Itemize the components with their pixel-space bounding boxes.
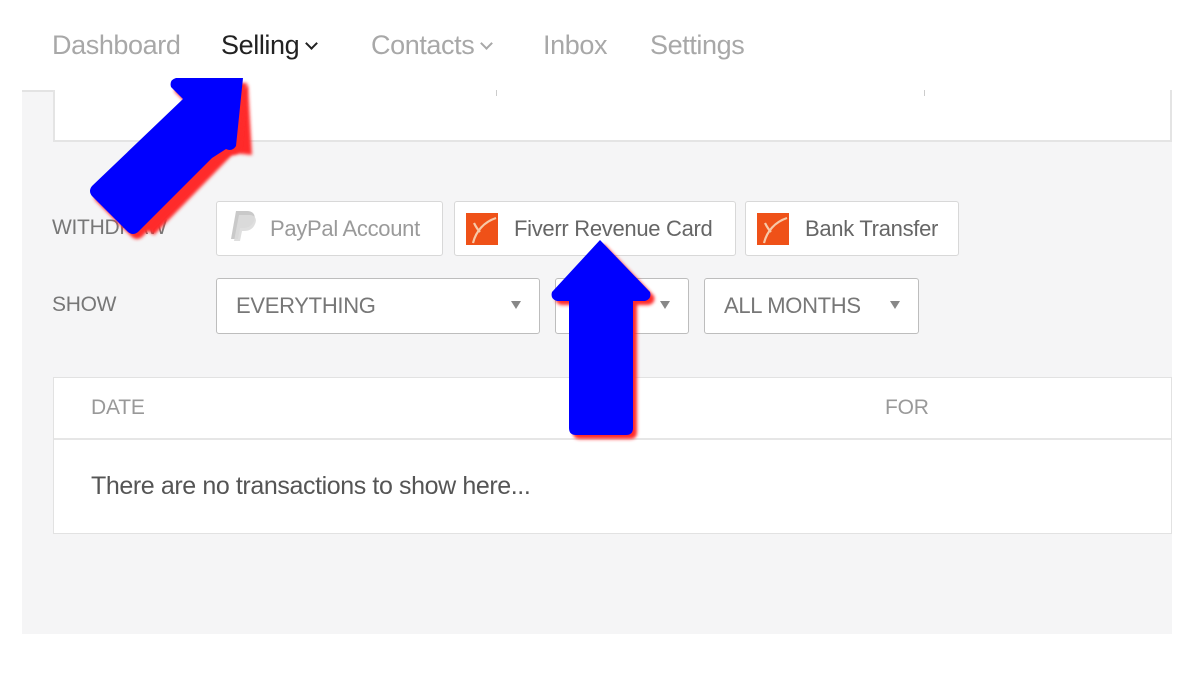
nav-item-settings[interactable]: Settings xyxy=(650,30,745,61)
method-label: Bank Transfer xyxy=(805,215,939,241)
show-label: SHOW xyxy=(52,293,117,316)
paypal-icon xyxy=(228,209,258,248)
select-value: EVERYTHING xyxy=(236,293,376,318)
caret-down-icon xyxy=(660,301,670,309)
nav-item-label: Settings xyxy=(650,30,745,60)
withdraw-label: WITHDRAW xyxy=(52,216,167,239)
divider-mark xyxy=(924,90,925,96)
fiverr-icon xyxy=(466,212,498,245)
caret-down-icon xyxy=(511,301,521,309)
select-value: ALL MONTHS xyxy=(724,293,861,318)
bank-transfer-button[interactable]: Bank Transfer xyxy=(745,201,959,256)
column-header-date[interactable]: DATE xyxy=(91,396,145,420)
month-filter-select[interactable]: ALL MONTHS xyxy=(704,278,919,334)
transactions-table: DATE FOR There are no transactions to sh… xyxy=(53,377,1172,534)
empty-state-message: There are no transactions to show here..… xyxy=(91,472,531,500)
earnings-panel: WITHDRAW PayPal Account Fiverr Revenue C… xyxy=(22,90,1172,634)
nav-item-label: Contacts xyxy=(371,30,475,60)
nav-item-dashboard[interactable]: Dashboard xyxy=(52,30,181,61)
chevron-down-icon xyxy=(305,37,319,50)
fiverr-revenue-card-button[interactable]: Fiverr Revenue Card xyxy=(454,201,736,256)
top-nav: Dashboard Selling Contacts Inbox Setting… xyxy=(0,0,1200,90)
divider-mark xyxy=(496,90,497,96)
nav-item-label: Selling xyxy=(221,30,300,60)
nav-item-label: Inbox xyxy=(543,30,608,60)
chevron-down-icon xyxy=(480,37,494,50)
table-header: DATE FOR xyxy=(54,378,1171,440)
column-header-for[interactable]: FOR xyxy=(885,396,929,420)
method-label: Fiverr Revenue Card xyxy=(514,215,713,241)
paypal-account-button[interactable]: PayPal Account xyxy=(216,201,443,256)
year-filter-select[interactable] xyxy=(555,278,689,334)
fiverr-icon xyxy=(757,212,789,245)
method-label: PayPal Account xyxy=(270,215,420,241)
caret-down-icon xyxy=(890,301,900,309)
nav-item-selling[interactable]: Selling xyxy=(221,30,319,61)
nav-item-inbox[interactable]: Inbox xyxy=(543,30,607,61)
summary-card xyxy=(53,90,1172,142)
nav-item-contacts[interactable]: Contacts xyxy=(371,30,494,61)
nav-item-label: Dashboard xyxy=(52,30,181,60)
type-filter-select[interactable]: EVERYTHING xyxy=(216,278,540,334)
